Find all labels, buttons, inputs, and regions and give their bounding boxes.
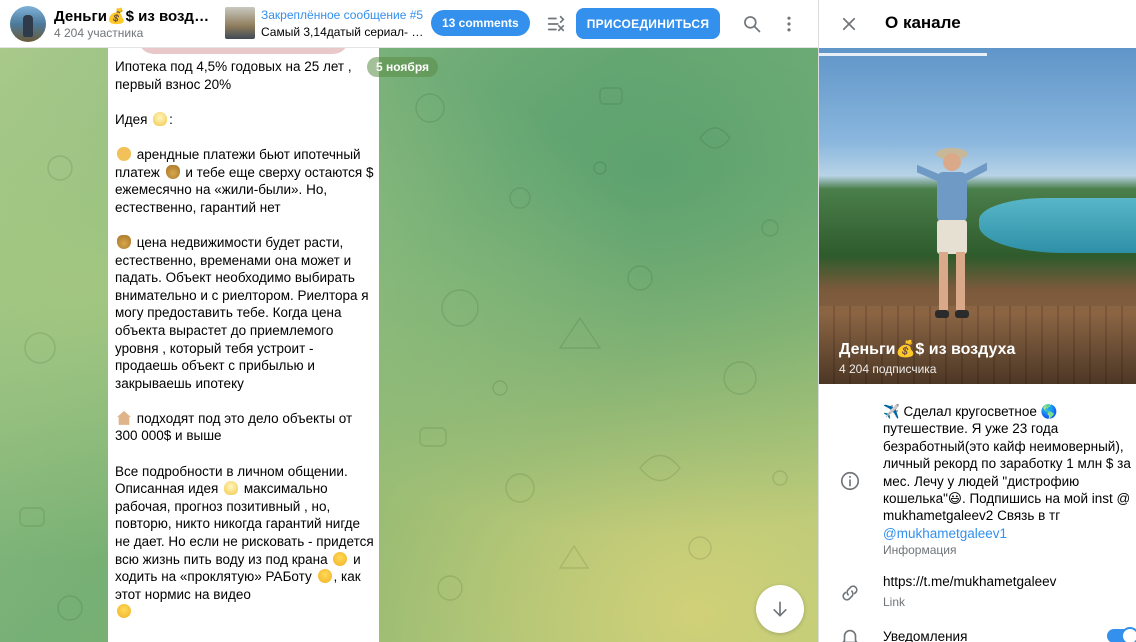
photo-person (917, 148, 987, 318)
join-channel-button[interactable]: ПРИСОЕДИНИТЬСЯ (576, 8, 720, 39)
photo-progress-indicator (819, 53, 987, 56)
notifications-toggle[interactable] (1107, 627, 1136, 642)
pinned-message-thumbnail[interactable] (225, 7, 255, 39)
photo-sea (979, 198, 1136, 253)
chat-header: Деньги💰$ из возду… 4 204 участника Закре… (0, 0, 818, 48)
link-icon (839, 582, 861, 604)
description-link[interactable]: @mukhametgaleev1 (883, 526, 1007, 541)
lightbulb-icon (224, 481, 239, 496)
lightbulb-icon (153, 111, 168, 126)
link-label: Link (883, 595, 906, 609)
description-text: ✈️ Сделал кругосветное 🌎 путешествие. Я … (883, 404, 1131, 524)
panel-title: О канале (885, 13, 961, 32)
ok-hand-icon (117, 146, 131, 161)
house-icon (117, 410, 131, 425)
money-bag-icon (165, 164, 180, 179)
smile-icon (317, 569, 332, 584)
channel-profile-photo[interactable] (819, 48, 1136, 384)
channel-avatar[interactable] (10, 6, 46, 42)
smile-icon (333, 551, 348, 566)
date-badge: 5 ноября (367, 57, 439, 77)
info-icon (839, 470, 861, 492)
search-icon[interactable] (740, 12, 764, 36)
message-paragraph: подходят под это дело объекты от 300 000… (115, 410, 353, 444)
channel-info-panel: О канале Деньги💰$ из воздуха 4 204 подпи… (818, 0, 1136, 642)
bell-icon (839, 626, 861, 642)
channel-link[interactable]: https://t.me/mukhametgaleev (883, 574, 1056, 589)
channel-title[interactable]: Деньги💰$ из возду… (54, 7, 214, 25)
channel-member-count: 4 204 участника (54, 26, 144, 40)
money-bag-icon (117, 234, 131, 249)
message-media-edge[interactable] (138, 48, 349, 54)
message-paragraph: цена недвижимости будет расти, естествен… (115, 234, 369, 391)
channel-description: ✈️ Сделал кругосветное 🌎 путешествие. Я … (883, 403, 1136, 542)
notifications-label: Уведомления (883, 629, 968, 642)
arrow-down-icon (773, 601, 787, 617)
comments-button[interactable]: 13 comments (431, 10, 530, 36)
more-options-icon[interactable] (777, 12, 801, 36)
close-icon[interactable] (837, 12, 861, 36)
scroll-down-button[interactable] (756, 585, 804, 633)
message-bubble[interactable]: Ипотека под 4,5% годовых на 25 лет , пер… (108, 48, 379, 642)
pinned-message-title[interactable]: Закреплённое сообщение #5 (261, 8, 423, 22)
info-label: Информация (883, 543, 957, 557)
message-paragraph: Ипотека под 4,5% годовых на 25 лет , пер… (115, 59, 352, 92)
panel-subscriber-count: 4 204 подписчика (839, 362, 937, 376)
panel-channel-name: Деньги💰$ из воздуха (839, 341, 1016, 358)
unpin-list-icon[interactable] (544, 12, 568, 36)
wink-icon (117, 604, 131, 619)
message-text: Ипотека под 4,5% годовых на 25 лет , пер… (115, 58, 377, 639)
message-paragraph: Идея (115, 111, 148, 127)
pinned-message-text[interactable]: Самый 3,14датый сериал- эт… (261, 25, 429, 39)
